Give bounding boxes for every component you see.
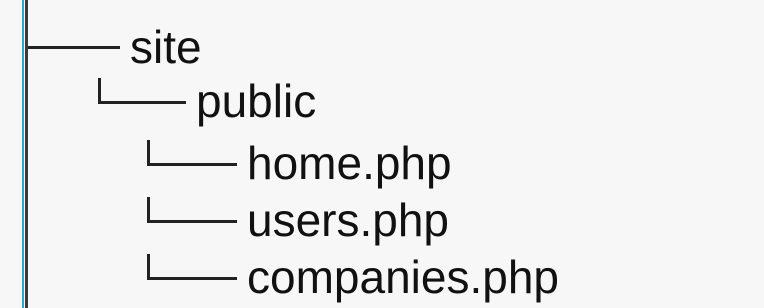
file-tree: site public home.php users.php companies… <box>0 0 764 308</box>
tree-elbow-connector <box>147 254 237 280</box>
tree-item-users-php[interactable]: users.php <box>147 197 449 243</box>
tree-branch-connector <box>28 45 120 49</box>
tree-item-public[interactable]: public <box>98 78 316 124</box>
tree-item-label: public <box>196 75 317 127</box>
tree-item-label: site <box>130 21 202 73</box>
tree-item-label: home.php <box>247 137 452 189</box>
tree-elbow-connector <box>147 140 237 166</box>
tree-item-home-php[interactable]: home.php <box>147 140 452 186</box>
tree-elbow-connector <box>147 197 237 223</box>
tree-item-label: users.php <box>247 194 450 246</box>
tree-item-site[interactable]: site <box>28 24 202 70</box>
tree-guide-line <box>22 0 24 308</box>
tree-item-companies-php[interactable]: companies.php <box>147 254 559 300</box>
tree-elbow-connector <box>98 78 186 104</box>
tree-item-label: companies.php <box>247 251 559 303</box>
